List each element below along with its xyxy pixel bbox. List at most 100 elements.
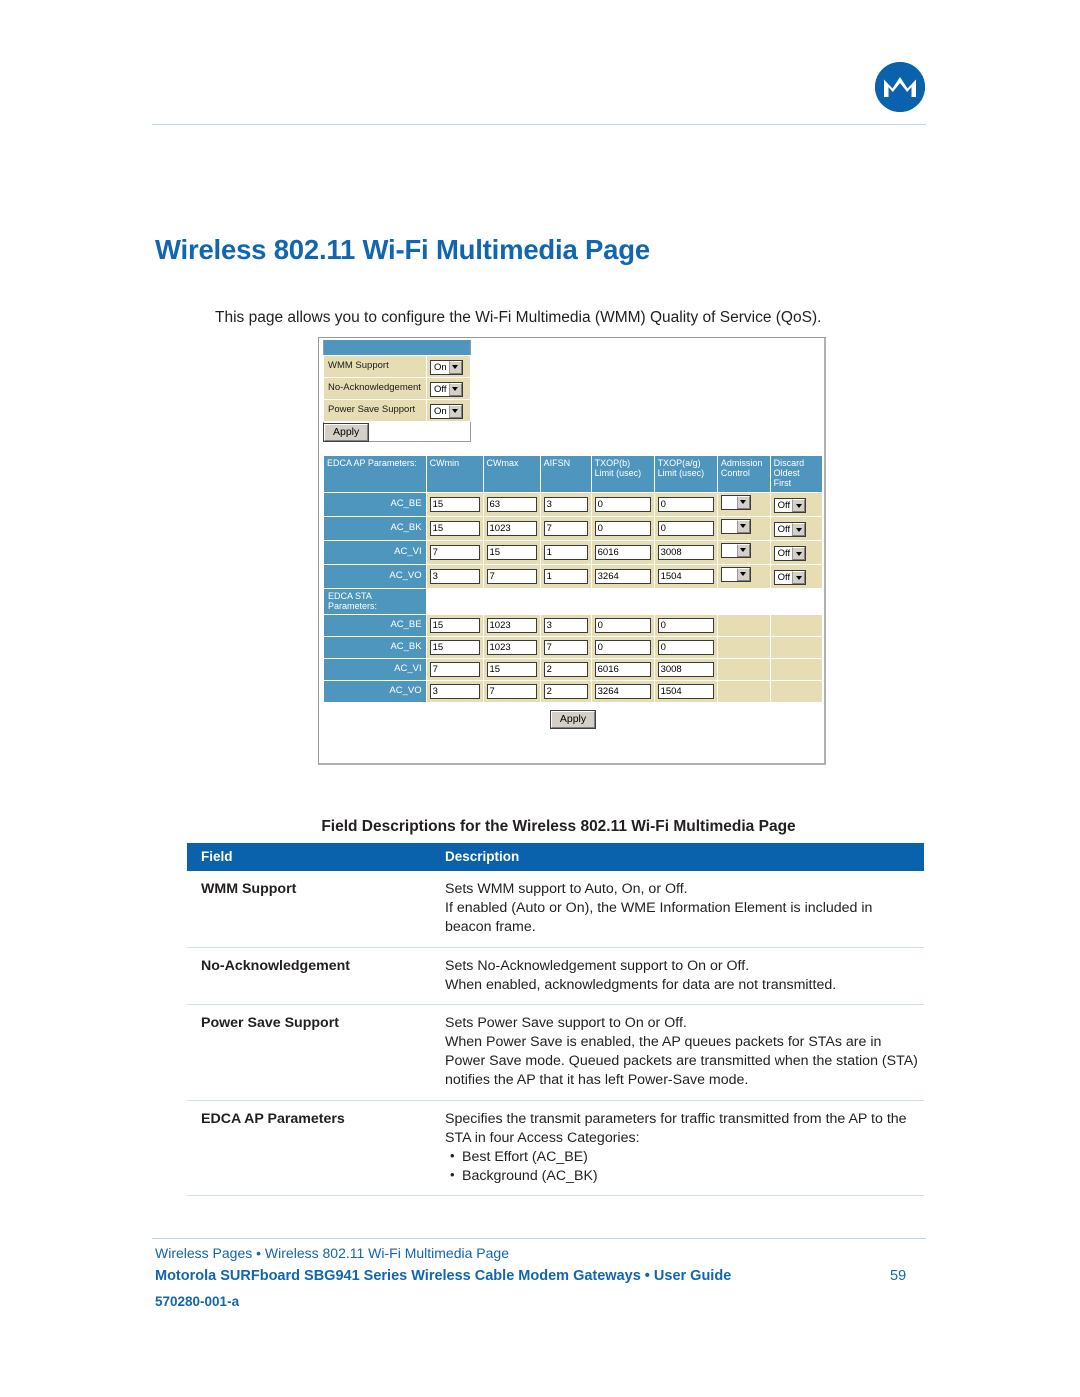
wmm-support-select[interactable]: On <box>430 359 463 375</box>
chevron-down-icon[interactable] <box>736 567 750 581</box>
sta-row-label-ac-be: AC_BE <box>323 613 427 637</box>
breadcrumb: Wireless Pages • Wireless 802.11 Wi-Fi M… <box>155 1245 509 1261</box>
ap-ac-bk-cwmin-input[interactable] <box>429 520 480 536</box>
ap-ac-be-discard-value: Off <box>777 500 791 512</box>
table-row: Power Save Support On <box>323 398 471 422</box>
ap-ac-vo-txop-b-input[interactable] <box>594 568 651 584</box>
field-name-no-acknowledgement: No-Acknowledgement <box>187 947 435 1006</box>
power-save-label: Power Save Support <box>323 398 427 422</box>
ap-ac-be-cwmax-input[interactable] <box>486 496 537 512</box>
power-save-support-value: On <box>434 405 447 417</box>
ap-ac-bk-txop-b-input[interactable] <box>594 520 651 536</box>
ap-row-label-ac-bk: AC_BK <box>323 515 427 541</box>
chevron-down-icon[interactable] <box>448 360 462 374</box>
column-txop-ag-line1: TXOP(a/g) <box>657 457 701 468</box>
chevron-down-icon[interactable] <box>736 519 750 533</box>
sta-ac-be-txop-ag-cell <box>653 613 718 637</box>
wmm-apply-button[interactable]: Apply <box>322 422 370 442</box>
column-discard-line2: Oldest First <box>773 467 800 489</box>
ap-ac-be-discard-select[interactable]: Off <box>773 498 807 514</box>
sta-ac-vi-cwmax-input[interactable] <box>486 661 537 677</box>
chevron-down-icon[interactable] <box>792 499 806 513</box>
sta-ac-vi-discard-blank <box>769 657 824 681</box>
chevron-down-icon[interactable] <box>792 547 806 561</box>
chevron-down-icon[interactable] <box>736 543 750 557</box>
sta-ac-vi-txop-ag-input[interactable] <box>657 661 714 677</box>
ap-ac-vo-aifsn-input[interactable] <box>543 568 588 584</box>
ap-ac-be-txop-b-input[interactable] <box>594 496 651 512</box>
wmm-settings-table: WMM Support On No-Acknowledgement Off Po… <box>322 340 471 442</box>
no-acknowledgement-select[interactable]: Off <box>430 381 463 397</box>
ap-ac-bk-admission-select[interactable] <box>720 518 751 534</box>
ap-ac-be-admission-select[interactable] <box>720 494 751 510</box>
sta-ac-be-aifsn-input[interactable] <box>543 617 588 633</box>
ap-ac-vo-aifsn-cell <box>539 563 592 589</box>
chevron-down-icon[interactable] <box>792 571 806 585</box>
no-ack-label: No-Acknowledgement <box>323 376 427 400</box>
column-cwmax: CWmax <box>482 454 541 493</box>
ap-ac-vi-txop-b-input[interactable] <box>594 544 651 560</box>
sta-ac-bk-txop-ag-input[interactable] <box>657 639 714 655</box>
sta-ac-vo-aifsn-input[interactable] <box>543 683 588 699</box>
ap-ac-be-cwmin-input[interactable] <box>429 496 480 512</box>
sta-ac-vo-txop-ag-input[interactable] <box>657 683 714 699</box>
ap-ac-vo-admission-select[interactable] <box>720 566 751 582</box>
ap-ac-be-txop-ag-input[interactable] <box>657 496 714 512</box>
column-cwmin: CWmin <box>425 454 484 493</box>
ap-ac-vi-cwmin-input[interactable] <box>429 544 480 560</box>
sta-ac-be-txop-b-input[interactable] <box>594 617 651 633</box>
ap-ac-bk-admission-value <box>722 520 737 533</box>
power-save-support-select[interactable]: On <box>430 403 463 419</box>
ap-ac-vo-cwmax-input[interactable] <box>486 568 537 584</box>
ap-ac-vi-discard-select[interactable]: Off <box>773 546 807 562</box>
table-row: AC_BK <box>323 635 824 659</box>
sta-ac-vo-cwmin-input[interactable] <box>429 683 480 699</box>
ap-ac-bk-cwmax-input[interactable] <box>486 520 537 536</box>
sta-ac-vi-txop-b-input[interactable] <box>594 661 651 677</box>
sta-ac-be-txop-ag-input[interactable] <box>657 617 714 633</box>
field-desc-power-save-support: Sets Power Save support to On or Off. Wh… <box>435 1004 924 1101</box>
sta-ac-vo-txop-b-input[interactable] <box>594 683 651 699</box>
ap-ac-vi-admission-value <box>722 544 737 557</box>
ap-ac-bk-discard-select[interactable]: Off <box>773 522 807 538</box>
ap-ac-vo-cwmin-input[interactable] <box>429 568 480 584</box>
sta-ac-bk-txop-b-input[interactable] <box>594 639 651 655</box>
ap-ac-vi-admission-select[interactable] <box>720 542 751 558</box>
sta-ac-bk-cwmin-input[interactable] <box>429 639 480 655</box>
sta-ac-vo-cwmin-cell <box>425 679 484 703</box>
wmm-support-label: WMM Support <box>323 354 427 378</box>
desc-line: Sets No-Acknowledgement support to On or… <box>445 957 750 974</box>
ap-ac-vi-aifsn-input[interactable] <box>543 544 588 560</box>
sta-ac-bk-aifsn-input[interactable] <box>543 639 588 655</box>
chevron-down-icon[interactable] <box>448 382 462 396</box>
ap-ac-be-aifsn-input[interactable] <box>543 496 588 512</box>
sta-ac-be-cwmin-cell <box>425 613 484 637</box>
column-admission-line2: Control <box>720 467 750 478</box>
sta-ac-vi-aifsn-input[interactable] <box>543 661 588 677</box>
header-field: Field <box>187 843 435 871</box>
ap-ac-bk-txop-ag-input[interactable] <box>657 520 714 536</box>
table-row: WMM Support Sets WMM support to Auto, On… <box>187 871 924 948</box>
sta-ac-vo-cwmax-input[interactable] <box>486 683 537 699</box>
ap-ac-vo-admission-value <box>722 568 737 581</box>
ap-ac-vo-discard-select[interactable]: Off <box>773 570 807 586</box>
sta-ac-be-cwmax-input[interactable] <box>486 617 537 633</box>
ap-ac-bk-cwmax-cell <box>482 515 541 541</box>
chevron-down-icon[interactable] <box>736 495 750 509</box>
table-row: Apply <box>322 421 471 442</box>
edca-sta-section-row: EDCA STA Parameters: <box>323 587 824 615</box>
chevron-down-icon[interactable] <box>448 404 462 418</box>
ap-ac-vi-txop-ag-input[interactable] <box>657 544 714 560</box>
sta-ac-bk-txop-b-cell <box>590 635 655 659</box>
ap-ac-vo-txop-ag-input[interactable] <box>657 568 714 584</box>
field-name-power-save-support: Power Save Support <box>187 1004 435 1101</box>
sta-ac-vi-cwmin-input[interactable] <box>429 661 480 677</box>
sta-ac-be-cwmin-input[interactable] <box>429 617 480 633</box>
ap-ac-vi-cwmax-input[interactable] <box>486 544 537 560</box>
chevron-down-icon[interactable] <box>792 523 806 537</box>
ap-ac-bk-aifsn-input[interactable] <box>543 520 588 536</box>
ap-ac-vi-cwmin-cell <box>425 539 484 565</box>
edca-apply-button[interactable]: Apply <box>549 709 597 729</box>
sta-ac-bk-cwmax-input[interactable] <box>486 639 537 655</box>
edca-sta-parameters-header: EDCA STA Parameters: <box>323 587 427 615</box>
